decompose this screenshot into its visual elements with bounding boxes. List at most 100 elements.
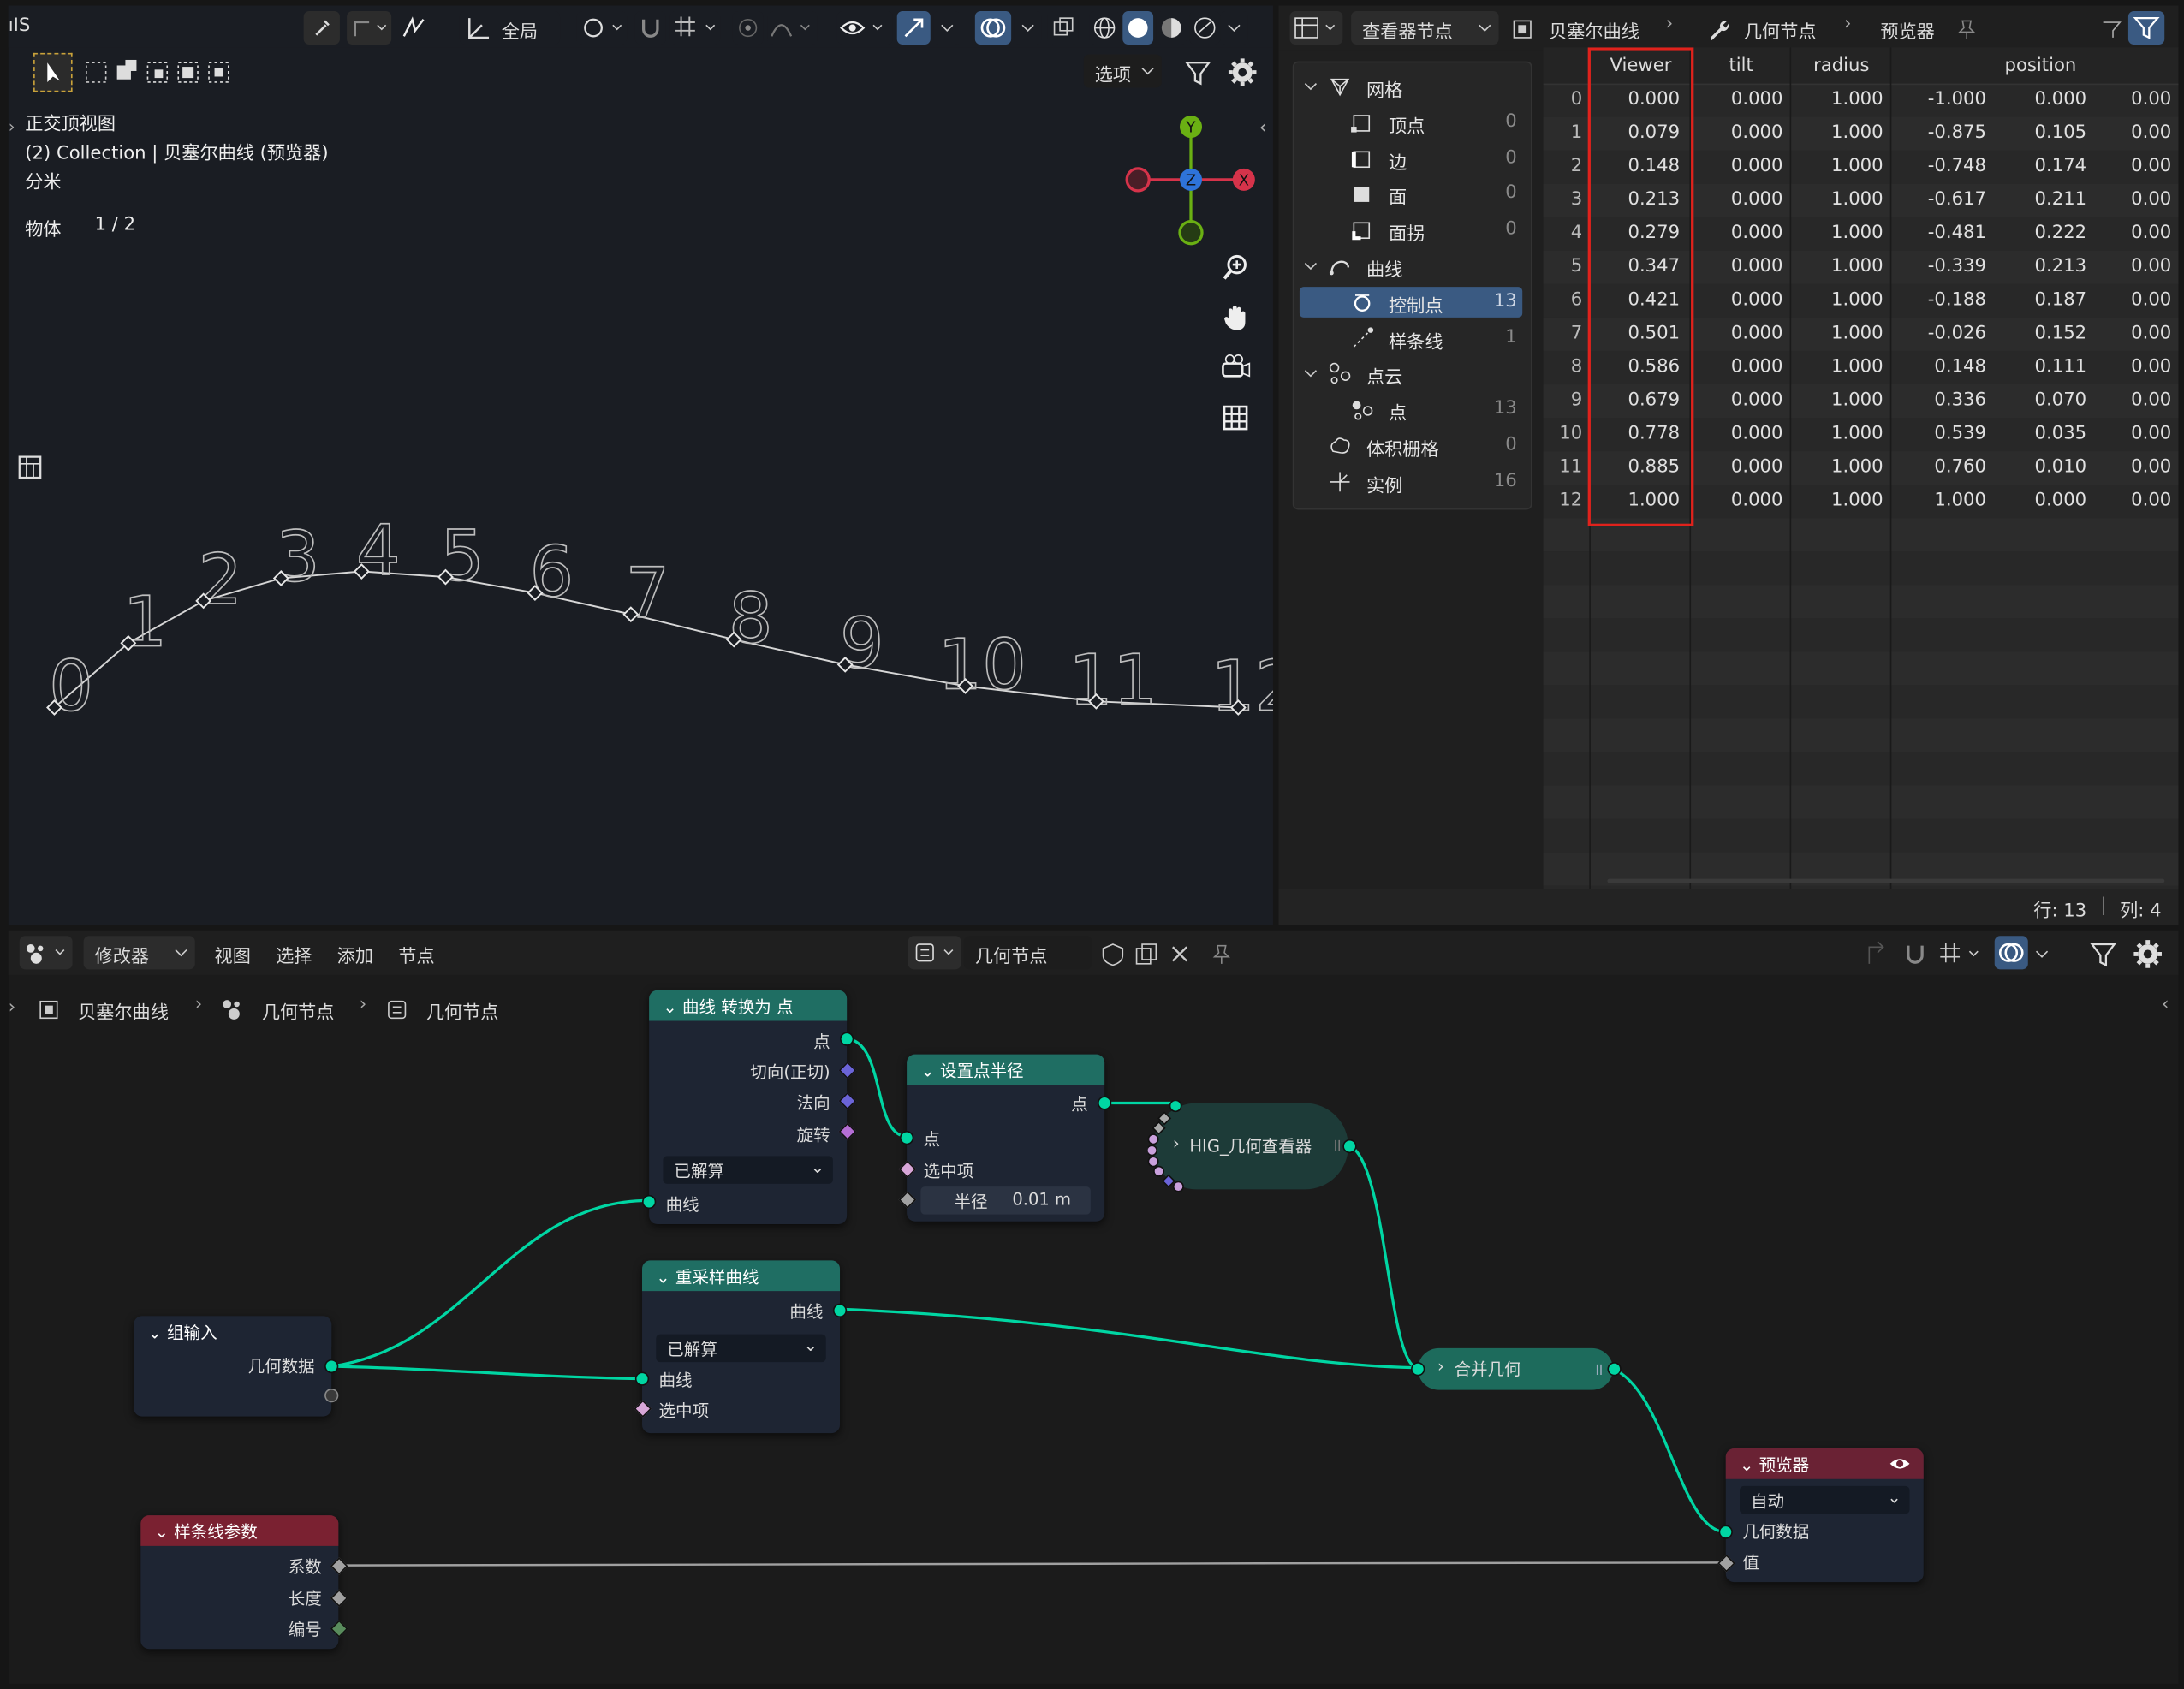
input-curve-socket[interactable] <box>634 1371 650 1386</box>
row-index: 1 <box>1570 122 1583 144</box>
cell-position-x: -0.481 <box>1927 223 1986 244</box>
selection-filter-icon[interactable] <box>2098 15 2126 44</box>
domain-dropdown[interactable]: 自动 ⌄ <box>1740 1485 1910 1514</box>
node-header[interactable]: ⌄ 设置点半径 <box>907 1054 1105 1085</box>
chevron-down-icon[interactable] <box>1302 78 1319 95</box>
chevron-down-icon[interactable]: ⌄ <box>155 1522 175 1542</box>
tree-item-vertex[interactable]: 顶点 0 <box>1300 107 1522 138</box>
node-header[interactable]: ⌄ 重采样曲线 <box>642 1260 841 1292</box>
input-curve-socket[interactable] <box>642 1194 657 1210</box>
viewer-node-dropdown[interactable]: 查看器节点 <box>1351 11 1499 45</box>
row-count: 行: 13 <box>2033 901 2087 923</box>
node-resample-curve[interactable]: ⌄ 重采样曲线 曲线 已解算 ⌄ 曲线 选中项 <box>634 1260 848 1434</box>
filter-toggle[interactable] <box>2127 11 2165 45</box>
point-index-label: 11 <box>1068 640 1157 722</box>
chevron-down-icon[interactable]: ⌄ <box>147 1323 167 1343</box>
column-header-radius[interactable]: radius <box>1791 56 1891 76</box>
link-points-to-set-radius <box>845 1038 908 1139</box>
input-geometry-label: 几何数据 <box>1742 1522 1810 1542</box>
tree-item-point[interactable]: 点 13 <box>1300 395 1522 425</box>
node-spline-parameter[interactable]: ⌄ 样条线参数 系数 长度 编号 <box>140 1515 348 1650</box>
tree-item-edge[interactable]: 边0 <box>1300 143 1522 174</box>
node-header[interactable]: ⌄ 组输入 <box>134 1316 332 1347</box>
tree-item-face[interactable]: 面0 <box>1300 179 1522 210</box>
radius-field[interactable]: 半径 0.01 m <box>920 1186 1091 1215</box>
horizontal-scrollbar[interactable] <box>1607 878 2165 883</box>
breadcrumb-modifier[interactable]: 几何节点 <box>1744 17 1817 43</box>
tree-item-mesh[interactable]: 网格 <box>1300 71 1522 102</box>
node-viewer[interactable]: ⌄ 预览器 自动 ⌄ 几何数据 值 <box>1717 1448 1924 1583</box>
node-curve-to-points[interactable]: ⌄ 曲线 转换为 点 点 切向(正切) 法向 旋转 已解算 ⌄ 曲线 <box>642 990 857 1225</box>
pin-icon[interactable] <box>1953 15 1981 44</box>
input-sockets[interactable] <box>1147 1100 1190 1192</box>
tree-item-label: 网格 <box>1366 80 1403 102</box>
cell-position-x: 0.760 <box>1934 456 1986 479</box>
eye-icon[interactable] <box>1887 1451 1912 1476</box>
node-group-input[interactable]: ⌄ 组输入 几何数据 <box>134 1316 339 1417</box>
drag-handle-icon[interactable]: ॥ <box>1331 1133 1342 1157</box>
column-header-position[interactable]: position <box>1891 56 2178 76</box>
tree-item-curve[interactable]: 曲线 <box>1300 251 1522 282</box>
viewport-3d[interactable]: ıIS 全局 选项 › 正交顶视图 (2) Collection | 贝塞尔曲线… <box>8 5 1273 925</box>
tree-item-volume[interactable]: 体积栅格 0 <box>1300 431 1522 461</box>
tree-item-control-point[interactable]: 控制点 13 <box>1299 286 1523 318</box>
output-curve-socket[interactable] <box>832 1303 848 1318</box>
cell-tilt: 0.000 <box>1730 323 1783 344</box>
input-geometry-socket[interactable] <box>1718 1525 1733 1539</box>
breadcrumb-object[interactable]: 贝塞尔曲线 <box>1549 17 1639 43</box>
node-hig-geometry-viewer[interactable]: › HIG_几何查看器 ॥ <box>1147 1100 1357 1192</box>
domain-label: 自动 <box>1751 1491 1785 1512</box>
mode-dropdown[interactable]: 已解算 ⌄ <box>656 1334 826 1363</box>
tree-item-point-cloud[interactable]: 点云 <box>1300 359 1522 390</box>
node-header[interactable]: ⌄ 预览器 <box>1725 1448 1924 1479</box>
link-resample-to-join <box>839 1307 1415 1370</box>
input-geometry-socket[interactable] <box>1411 1362 1425 1377</box>
node-header[interactable]: ⌄ 样条线参数 <box>140 1515 339 1546</box>
chevron-down-icon[interactable] <box>1302 258 1319 275</box>
cell-position-y: 0.213 <box>2034 256 2087 277</box>
cell-position-y: 0.211 <box>2034 189 2087 211</box>
funnel-icon <box>2133 17 2160 39</box>
output-empty-socket[interactable] <box>324 1389 339 1403</box>
table-row <box>1543 785 2179 819</box>
column-header-tilt[interactable]: tilt <box>1691 56 1791 76</box>
tree-item-label: 面 <box>1389 188 1407 210</box>
chevron-down-icon[interactable]: ⌄ <box>1740 1455 1759 1475</box>
node-set-point-radius[interactable]: ⌄ 设置点半径 点 点 选中项 半径 0.01 m <box>898 1054 1112 1222</box>
node-editor[interactable]: 修改器 视图 选择 添加 节点 几何节点 › 贝塞尔曲线 › 几何节点 › 几何… <box>8 930 2179 1684</box>
cell-tilt: 0.000 <box>1730 456 1783 479</box>
tree-item-count: 0 <box>1505 434 1517 455</box>
node-header[interactable]: ⌄ 曲线 转换为 点 <box>649 990 848 1021</box>
output-geometry-socket[interactable] <box>1607 1362 1622 1377</box>
tree-item-count: 0 <box>1505 146 1517 169</box>
output-geometry-socket[interactable] <box>1342 1139 1357 1154</box>
chevron-down-icon[interactable]: ⌄ <box>663 997 682 1017</box>
link-viewer-to-join <box>1346 1143 1419 1370</box>
node-join-geometry[interactable]: › 合并几何 ॥ <box>1411 1347 1622 1390</box>
mode-dropdown[interactable]: 已解算 ⌄ <box>663 1156 833 1184</box>
table-row <box>1543 818 2179 853</box>
cell-position-x: -0.188 <box>1927 289 1986 311</box>
chevron-down-icon[interactable] <box>1302 366 1319 383</box>
chevron-right-icon[interactable]: › <box>1437 1357 1444 1377</box>
drag-handle-icon[interactable]: ॥ <box>1593 1357 1604 1381</box>
output-points-socket[interactable] <box>840 1032 854 1046</box>
breadcrumb-viewer[interactable]: 预览器 <box>1880 17 1934 43</box>
output-geometry-socket[interactable] <box>324 1359 339 1374</box>
tree-item-instance[interactable]: 实例 16 <box>1300 467 1522 497</box>
cell-position-x: 0.539 <box>1934 423 1986 444</box>
cell-tilt: 0.000 <box>1730 490 1783 512</box>
node-title: 预览器 <box>1759 1455 1810 1475</box>
chevron-down-icon[interactable]: ⌄ <box>656 1267 675 1287</box>
input-points-socket[interactable] <box>899 1131 914 1145</box>
chevron-down-icon[interactable]: ⌄ <box>920 1062 940 1081</box>
table-row <box>1543 585 2179 619</box>
cell-radius: 1.000 <box>1831 390 1883 411</box>
tree-item-face-corner[interactable]: 面拐 0 <box>1300 215 1522 246</box>
tree-item-spline[interactable]: 样条线 1 <box>1300 323 1522 354</box>
output-points-socket[interactable] <box>1098 1096 1112 1110</box>
editor-type-dropdown[interactable] <box>1289 11 1343 45</box>
blender-window: ıIS 全局 选项 › 正交顶视图 (2) Collection | 贝塞尔曲线… <box>0 0 2184 1689</box>
node-title: 设置点半径 <box>939 1061 1024 1081</box>
cell-tilt: 0.000 <box>1730 356 1783 378</box>
